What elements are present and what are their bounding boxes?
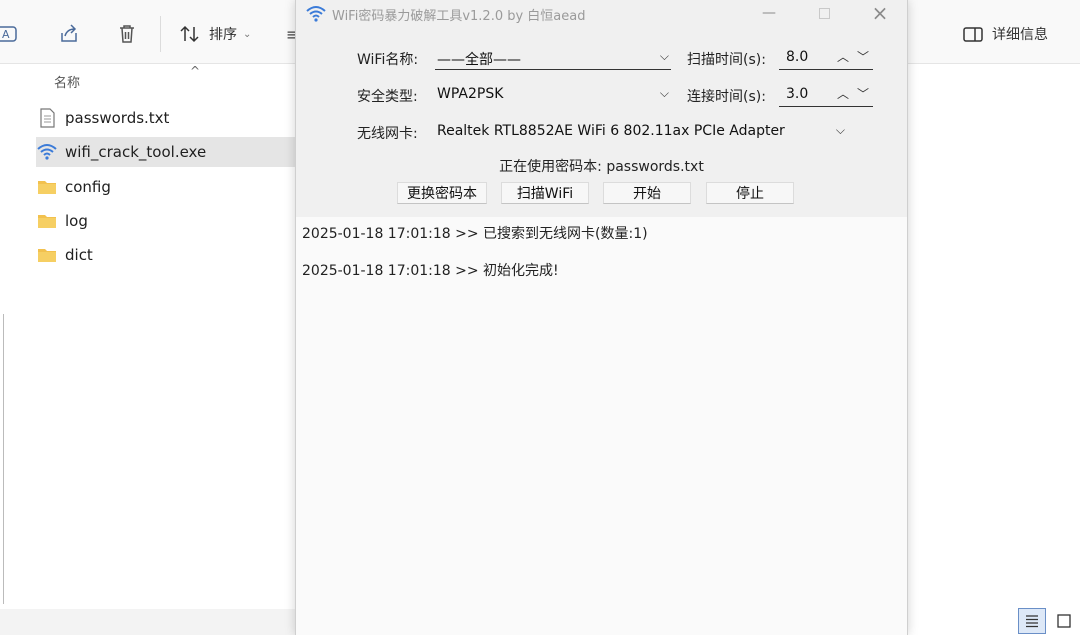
view-switcher <box>1018 608 1078 634</box>
connect-time-value: 3.0 <box>786 86 809 102</box>
rename-icon: A <box>0 26 17 42</box>
thumbnail-view-button[interactable] <box>1050 608 1078 634</box>
list-item[interactable]: config <box>36 172 295 202</box>
file-list-pane: ^ 名称 passwords.txt wifi_crack_tool.exe c… <box>0 64 295 609</box>
chevron-down-icon: ⌵ <box>659 49 669 63</box>
details-pane <box>908 64 1080 635</box>
file-name: passwords.txt <box>65 109 170 127</box>
maximize-icon <box>818 7 830 19</box>
scan-time-label: 扫描时间(s): <box>687 52 766 68</box>
details-pane-button[interactable]: 详细信息 <box>962 20 1048 48</box>
close-button[interactable]: × <box>865 1 895 25</box>
stop-button[interactable]: 停止 <box>706 182 794 204</box>
security-type-value: WPA2PSK <box>437 86 504 102</box>
increment-icon[interactable]: ︿ <box>835 48 851 65</box>
log-entry: 2025-01-18 17:01:18 >> 初始化完成! <box>302 263 559 279</box>
folder-icon <box>38 249 56 262</box>
title-bar[interactable]: WiFi密码暴力破解工具v1.2.0 by 白恒aead — × <box>296 0 907 28</box>
chevron-down-icon: ⌄ <box>243 28 252 40</box>
chevron-down-icon: ⌵ <box>659 86 669 100</box>
file-name: config <box>65 178 111 196</box>
sort-button[interactable]: 排序 ⌄ <box>179 20 251 48</box>
scan-time-value: 8.0 <box>786 49 809 65</box>
share-button[interactable] <box>58 20 80 48</box>
close-icon: × <box>871 1 889 25</box>
dict-status: 正在使用密码本: passwords.txt <box>499 159 704 175</box>
wifi-app-icon <box>37 144 57 160</box>
rename-button[interactable]: A <box>0 20 22 48</box>
window-title: WiFi密码暴力破解工具v1.2.0 by 白恒aead <box>332 9 586 24</box>
text-file-icon <box>40 108 55 128</box>
details-view-button[interactable] <box>1018 608 1046 634</box>
trash-icon <box>120 25 134 43</box>
sort-arrows-icon <box>180 25 199 43</box>
list-item[interactable]: log <box>36 206 295 236</box>
connect-time-label: 连接时间(s): <box>687 89 766 105</box>
nic-label: 无线网卡: <box>357 126 418 142</box>
minimize-button[interactable]: — <box>754 2 784 24</box>
scan-time-spinbox[interactable]: 8.0 ︿ ﹀ <box>779 48 873 70</box>
wifi-name-value: ——全部—— <box>437 52 521 68</box>
minimize-icon: — <box>762 5 776 21</box>
wifi-tool-window: WiFi密码暴力破解工具v1.2.0 by 白恒aead — × WiFi名称:… <box>295 0 908 635</box>
scroll-track[interactable] <box>3 314 4 604</box>
chevron-down-icon: ⌵ <box>835 123 845 137</box>
svg-text:A: A <box>2 28 10 41</box>
log-entry: 2025-01-18 17:01:18 >> 已搜索到无线网卡(数量:1) <box>302 226 648 242</box>
list-item-selected[interactable]: wifi_crack_tool.exe <box>36 137 295 167</box>
list-item[interactable]: dict <box>36 240 295 270</box>
details-pane-icon <box>963 27 983 42</box>
change-dict-button[interactable]: 更换密码本 <box>397 182 487 204</box>
status-bar <box>0 609 295 635</box>
file-name: wifi_crack_tool.exe <box>65 143 207 161</box>
sort-caret-icon: ^ <box>190 64 201 78</box>
list-item[interactable]: passwords.txt <box>36 103 295 133</box>
wifi-name-select[interactable]: ——全部—— ⌵ <box>435 48 671 70</box>
folder-icon <box>38 181 56 194</box>
scan-wifi-button[interactable]: 扫描WiFi <box>501 182 589 204</box>
file-name: log <box>65 212 88 230</box>
security-type-label: 安全类型: <box>357 89 418 105</box>
folder-icon <box>38 215 56 228</box>
start-button[interactable]: 开始 <box>603 182 691 204</box>
tile-view-icon <box>1057 614 1071 628</box>
decrement-icon[interactable]: ﹀ <box>855 48 871 65</box>
maximize-button[interactable] <box>809 2 839 24</box>
column-header-name[interactable]: 名称 <box>54 72 80 91</box>
wifi-app-icon <box>306 6 326 22</box>
nic-select[interactable]: Realtek RTL8852AE WiFi 6 802.11ax PCIe A… <box>435 122 847 144</box>
file-name: dict <box>65 246 93 264</box>
sort-label: 排序 <box>209 27 237 43</box>
share-icon <box>61 24 77 42</box>
increment-icon[interactable]: ︿ <box>835 85 851 102</box>
details-label: 详细信息 <box>992 27 1048 43</box>
nic-value: Realtek RTL8852AE WiFi 6 802.11ax PCIe A… <box>437 123 785 139</box>
connect-time-spinbox[interactable]: 3.0 ︿ ﹀ <box>779 85 873 107</box>
log-output[interactable]: 2025-01-18 17:01:18 >> 已搜索到无线网卡(数量:1) 20… <box>296 217 907 635</box>
delete-button[interactable] <box>116 20 138 48</box>
decrement-icon[interactable]: ﹀ <box>855 85 871 102</box>
security-type-select[interactable]: WPA2PSK ⌵ <box>435 85 671 107</box>
wifi-name-label: WiFi名称: <box>357 52 419 68</box>
list-view-icon <box>1026 615 1038 628</box>
toolbar-divider <box>160 16 161 52</box>
